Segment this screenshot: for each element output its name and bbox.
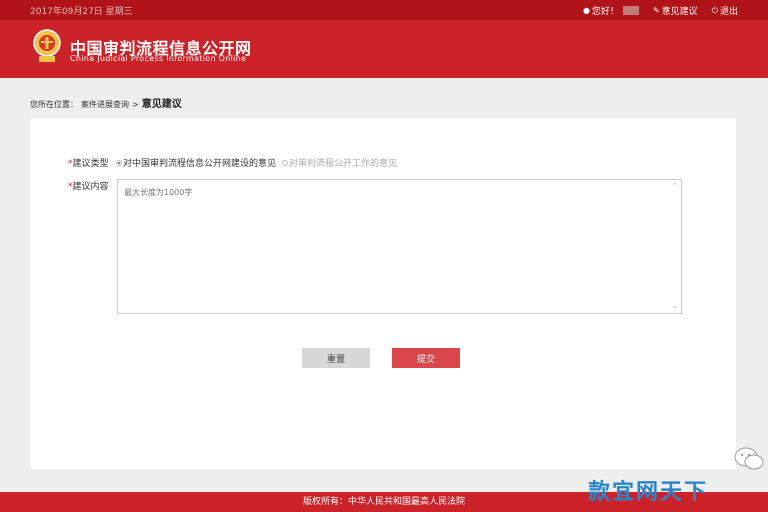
- radio-option-process[interactable]: 对审判流程公开工作的意见: [282, 156, 397, 169]
- breadcrumb: 您所在位置： 案件进展查询 > 意见建议: [30, 95, 182, 110]
- username-mask: [622, 6, 639, 15]
- breadcrumb-parent[interactable]: 案件进展查询: [81, 99, 129, 110]
- suggestion-type-label: *建议类型: [68, 159, 109, 169]
- radio-option-website[interactable]: 对中国审判流程信息公开网建设的意见: [116, 156, 276, 169]
- page-title: 意见建议: [141, 99, 182, 110]
- reset-button[interactable]: 重置: [302, 348, 370, 368]
- suggestion-content-textarea[interactable]: [117, 179, 682, 314]
- edit-icon: ✎: [652, 6, 660, 15]
- breadcrumb-separator: >: [132, 100, 139, 109]
- top-bar-actions: ● 您好！ ✎ 意见建议 ⏻ 退出: [583, 4, 738, 18]
- user-greeting[interactable]: ● 您好！: [583, 4, 639, 17]
- power-icon: ⏻: [711, 5, 718, 15]
- radio-unselected-icon[interactable]: [282, 159, 289, 166]
- current-date: 2017年09月27日 星期三: [30, 7, 133, 17]
- site-header: 中国审判流程信息公开网 China Judicial Process Infor…: [0, 20, 768, 78]
- radio-option-label: 对中国审判流程信息公开网建设的意见: [123, 159, 277, 169]
- radio-option-label: 对审判流程公开工作的意见: [289, 159, 398, 169]
- court-emblem-icon[interactable]: [32, 28, 62, 64]
- submit-button[interactable]: 提交: [392, 348, 460, 368]
- copyright-text: 版权所有：中华人民共和国最高人民法院: [302, 497, 465, 507]
- feedback-form-panel: *建议类型 对中国审判流程信息公开网建设的意见 对审判流程公开工作的意见 *建议…: [30, 118, 736, 469]
- radio-selected-icon[interactable]: [116, 159, 122, 166]
- wechat-icon: [734, 447, 764, 470]
- greeting-text: 您好！: [591, 7, 619, 17]
- feedback-link[interactable]: ✎ 意见建议: [653, 4, 698, 17]
- watermark-text: 款宜网天下: [588, 480, 709, 505]
- feedback-link-label: 意见建议: [661, 7, 698, 17]
- logout-label: 退出: [719, 7, 738, 17]
- textarea-scrollbar[interactable]: ⌃ ⌄: [670, 182, 680, 310]
- suggestion-content-label: *建议内容: [68, 182, 109, 192]
- suggestion-type-radio-group: 对中国审判流程信息公开网建设的意见 对审判流程公开工作的意见: [116, 156, 397, 169]
- scroll-down-icon[interactable]: ⌄: [672, 302, 678, 310]
- logout-link[interactable]: ⏻ 退出: [711, 4, 738, 18]
- user-icon: ●: [582, 6, 590, 15]
- top-bar: 2017年09月27日 星期三 ● 您好！ ✎ 意见建议 ⏻ 退出: [0, 0, 768, 20]
- site-subtitle: China Judicial Process Information Onlin…: [70, 54, 247, 63]
- breadcrumb-prefix: 您所在位置：: [30, 100, 78, 109]
- scroll-up-icon[interactable]: ⌃: [672, 182, 678, 190]
